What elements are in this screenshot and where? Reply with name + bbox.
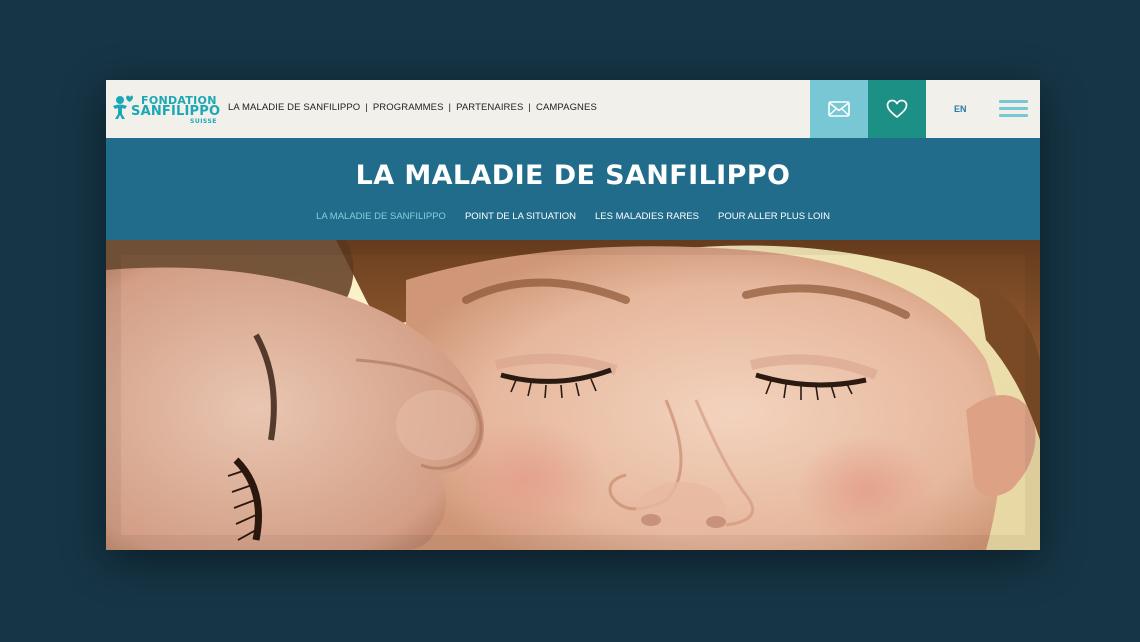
- menu-line: [999, 100, 1028, 103]
- top-bar: FONDATION SANFILIPPO SUISSE LA MALADIE D…: [106, 80, 1040, 138]
- subnav-item-maladies-rares[interactable]: LES MALADIES RARES: [595, 211, 699, 222]
- main-navigation: LA MALADIE DE SANFILIPPO | PROGRAMMES | …: [228, 102, 597, 113]
- hero-image-parent-kissing-child: [106, 240, 1040, 550]
- subnav-item-aller-plus-loin[interactable]: POUR ALLER PLUS LOIN: [718, 211, 830, 222]
- hamburger-menu-icon[interactable]: [999, 100, 1029, 118]
- nav-separator: |: [528, 102, 531, 113]
- subnav-item-point-situation[interactable]: POINT DE LA SITUATION: [465, 211, 576, 222]
- page-title: LA MALADIE DE SANFILIPPO: [355, 160, 791, 191]
- logo-text-sanfilippo: SANFILIPPO: [131, 104, 221, 119]
- donate-button[interactable]: [868, 80, 926, 138]
- nav-separator: |: [448, 102, 452, 113]
- nav-item-campagnes[interactable]: CAMPAGNES: [536, 102, 597, 113]
- menu-line: [999, 107, 1028, 110]
- website-frame: FONDATION SANFILIPPO SUISSE LA MALADIE D…: [106, 80, 1040, 550]
- envelope-icon: [828, 101, 850, 117]
- nav-item-partenaires[interactable]: PARTENAIRES: [456, 102, 523, 113]
- site-logo[interactable]: FONDATION SANFILIPPO SUISSE: [111, 92, 221, 126]
- child-figure-icon: [113, 95, 133, 119]
- nav-item-la-maladie[interactable]: LA MALADIE DE SANFILIPPO: [228, 102, 360, 113]
- subnav-item-la-maladie[interactable]: LA MALADIE DE SANFILIPPO: [316, 211, 446, 222]
- section-subnavigation: LA MALADIE DE SANFILIPPO POINT DE LA SIT…: [106, 211, 1040, 222]
- contact-button[interactable]: [810, 80, 868, 138]
- heart-icon: [886, 99, 908, 118]
- nav-item-programmes[interactable]: PROGRAMMES: [373, 102, 444, 113]
- section-banner: LA MALADIE DE SANFILIPPO LA MALADIE DE S…: [106, 138, 1040, 240]
- menu-line: [999, 114, 1028, 117]
- logo-text-suisse: SUISSE: [190, 118, 217, 125]
- language-switch[interactable]: EN: [954, 104, 967, 114]
- nav-separator: |: [365, 102, 368, 113]
- hero-photo: [106, 240, 1040, 550]
